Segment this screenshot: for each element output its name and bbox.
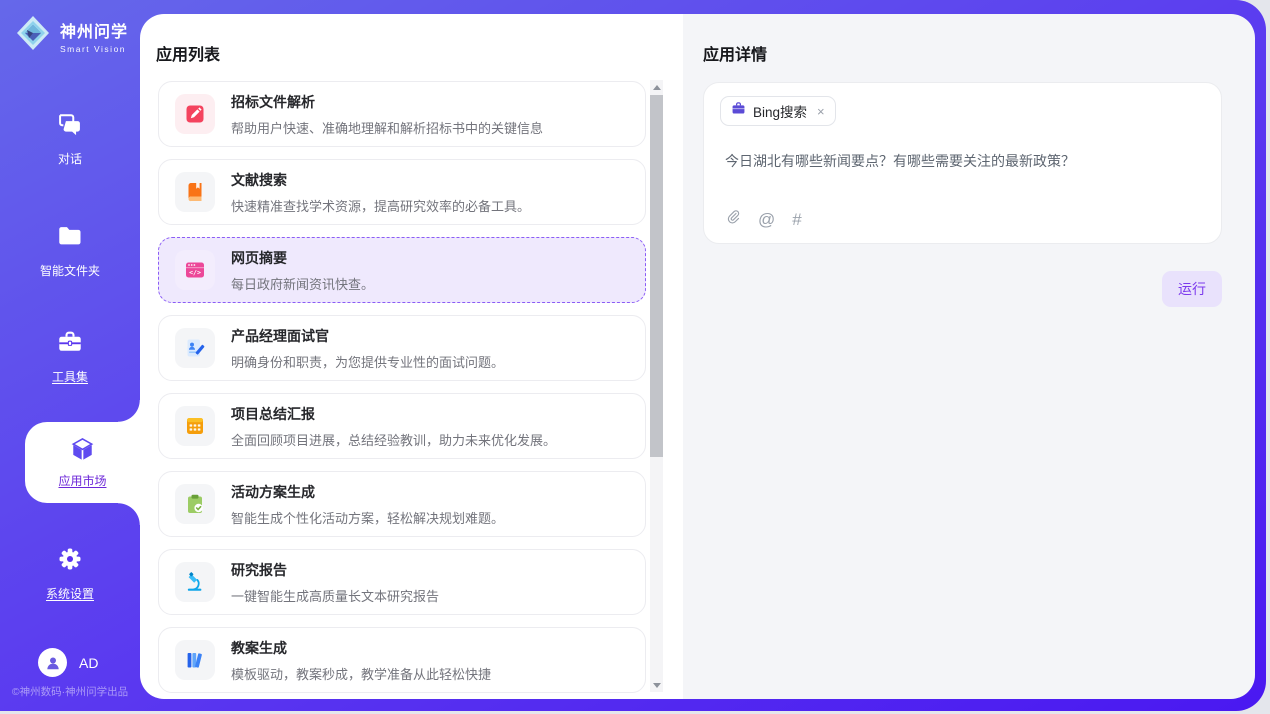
app-description: 模板驱动，教案秒成，教学准备从此轻松快捷 (231, 664, 491, 683)
sidebar-item-settings[interactable]: 系统设置 (0, 545, 140, 602)
app-name: 产品经理面试官 (231, 326, 504, 346)
app-name: 教案生成 (231, 638, 491, 658)
app-description: 一键智能生成高质量长文本研究报告 (231, 586, 439, 605)
user-initials: AD (79, 655, 98, 671)
sidebar-item-chat[interactable]: 对话 (0, 110, 140, 167)
mention-icon[interactable]: @ (758, 211, 775, 228)
sidebar-item-label: 智能文件夹 (40, 262, 100, 279)
user-avatar-icon (38, 648, 67, 677)
content-panel: 应用列表 招标文件解析 帮助用户快速、准确地理解和解析招标书中的关键信息 (140, 14, 1255, 699)
folder-icon (56, 222, 84, 253)
app-cards: 招标文件解析 帮助用户快速、准确地理解和解析招标书中的关键信息 文献搜索 (158, 81, 646, 699)
brand-tagline: Smart Vision (60, 44, 128, 54)
scroll-down-arrow[interactable] (650, 678, 663, 692)
app-card-lesson-plan[interactable]: 教案生成 模板驱动，教案秒成，教学准备从此轻松快捷 (158, 627, 646, 693)
svg-text:</>: </> (189, 269, 201, 277)
run-row: 运行 (703, 271, 1222, 307)
paperclip-icon[interactable] (725, 208, 741, 230)
app-window: 神州问学 Smart Vision 对话 智能文件夹 (0, 0, 1266, 711)
pm-interviewer-icon (175, 328, 215, 368)
brand-name: 神州问学 (60, 18, 128, 42)
sidebar-item-label: 系统设置 (46, 585, 94, 602)
app-description: 帮助用户快速、准确地理解和解析招标书中的关键信息 (231, 118, 543, 137)
app-list-title: 应用列表 (156, 41, 220, 65)
app-card-pm-interviewer[interactable]: 产品经理面试官 明确身份和职责，为您提供专业性的面试问题。 (158, 315, 646, 381)
app-card-activity-plan[interactable]: 活动方案生成 智能生成个性化活动方案，轻松解决规划难题。 (158, 471, 646, 537)
app-description: 快速精准查找学术资源，提高研究效率的必备工具。 (231, 196, 530, 215)
sidebar-item-label: 应用市场 (58, 472, 106, 489)
tool-tag-label: Bing搜索 (753, 101, 807, 121)
composer-tools: @ # (725, 208, 802, 230)
gear-icon (56, 545, 84, 576)
scroll-up-arrow[interactable] (650, 80, 663, 94)
webpage-summary-icon: </> (175, 250, 215, 290)
app-name: 研究报告 (231, 560, 439, 580)
tool-tag-bing-search[interactable]: Bing搜索 × (720, 96, 836, 126)
query-text: 今日湖北有哪些新闻要点？有哪些需要关注的最新政策？ (725, 151, 1195, 171)
sidebar-item-label: 工具集 (52, 368, 88, 385)
app-detail-title: 应用详情 (703, 41, 767, 65)
sidebar-item-smart-folder[interactable]: 智能文件夹 (0, 222, 140, 279)
run-button[interactable]: 运行 (1162, 271, 1222, 307)
sidebar-item-label: 对话 (58, 150, 82, 167)
app-name: 文献搜索 (231, 170, 530, 190)
app-card-webpage-summary[interactable]: </> 网页摘要 每日政府新闻资讯快查。 (158, 237, 646, 303)
topic-hash-icon[interactable]: # (792, 211, 801, 228)
scrollbar-thumb[interactable] (650, 95, 663, 457)
tender-doc-icon (175, 94, 215, 134)
app-description: 全面回顾项目进展，总结经验教训，助力未来优化发展。 (231, 430, 556, 449)
sidebar-item-toolset[interactable]: 工具集 (0, 328, 140, 385)
sidebar-item-app-market[interactable]: 应用市场 (25, 422, 140, 503)
diamond-logo-icon (13, 13, 53, 58)
lesson-plan-icon (175, 640, 215, 680)
app-list-scrollbar[interactable] (650, 80, 663, 692)
app-card-research-report[interactable]: 研究报告 一键智能生成高质量长文本研究报告 (158, 549, 646, 615)
chat-icon (56, 110, 84, 141)
app-card-literature-search[interactable]: 文献搜索 快速精准查找学术资源，提高研究效率的必备工具。 (158, 159, 646, 225)
app-name: 网页摘要 (231, 248, 374, 268)
research-report-icon (175, 562, 215, 602)
app-list-panel: 应用列表 招标文件解析 帮助用户快速、准确地理解和解析招标书中的关键信息 (140, 14, 683, 699)
literature-search-icon (175, 172, 215, 212)
app-description: 明确身份和职责，为您提供专业性的面试问题。 (231, 352, 504, 371)
project-summary-icon (175, 406, 215, 446)
tag-close-icon[interactable]: × (817, 104, 825, 119)
user-account[interactable]: AD (38, 648, 98, 677)
app-description: 智能生成个性化活动方案，轻松解决规划难题。 (231, 508, 504, 527)
cube-icon (69, 436, 96, 466)
app-detail-panel: 应用详情 Bing搜索 × 今日湖北有哪些新闻要点？有哪些需要关注的最新政策？ (683, 14, 1255, 699)
activity-plan-icon (175, 484, 215, 524)
app-name: 招标文件解析 (231, 92, 543, 112)
app-name: 活动方案生成 (231, 482, 504, 502)
toolbox-icon (56, 328, 84, 359)
app-name: 项目总结汇报 (231, 404, 556, 424)
app-card-project-summary[interactable]: 项目总结汇报 全面回顾项目进展，总结经验教训，助力未来优化发展。 (158, 393, 646, 459)
app-card-tender-doc[interactable]: 招标文件解析 帮助用户快速、准确地理解和解析招标书中的关键信息 (158, 81, 646, 147)
briefcase-icon (731, 101, 746, 121)
copyright-text: ©神州数码·神州问学出品 (0, 684, 140, 699)
query-input[interactable]: Bing搜索 × 今日湖北有哪些新闻要点？有哪些需要关注的最新政策？ @ # (703, 82, 1222, 244)
brand-logo: 神州问学 Smart Vision (13, 13, 128, 58)
app-description: 每日政府新闻资讯快查。 (231, 274, 374, 293)
sidebar: 神州问学 Smart Vision 对话 智能文件夹 (0, 0, 140, 711)
